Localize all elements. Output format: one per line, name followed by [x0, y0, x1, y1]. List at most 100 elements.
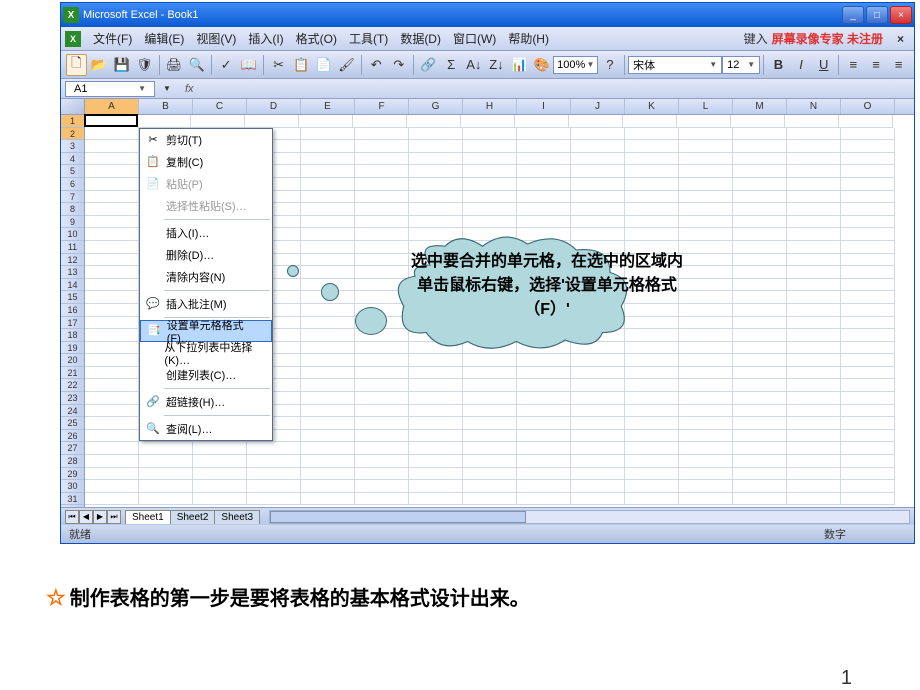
- cell[interactable]: [679, 493, 733, 506]
- cell[interactable]: [137, 115, 191, 128]
- cell[interactable]: [625, 455, 679, 468]
- cell[interactable]: [355, 216, 409, 229]
- cell[interactable]: [785, 115, 839, 128]
- row-header-5[interactable]: 5: [61, 165, 84, 178]
- print-icon[interactable]: 🖨: [164, 54, 185, 76]
- cell[interactable]: [517, 128, 571, 141]
- ctx-cut[interactable]: ✂剪切(T): [140, 129, 272, 151]
- cell[interactable]: [463, 430, 517, 443]
- cell[interactable]: [571, 392, 625, 405]
- cell[interactable]: [571, 442, 625, 455]
- doc-close-button[interactable]: ×: [891, 30, 910, 48]
- cell[interactable]: [85, 228, 139, 241]
- cell[interactable]: [193, 493, 247, 506]
- row-header-18[interactable]: 18: [61, 329, 84, 342]
- cell[interactable]: [85, 191, 139, 204]
- cell[interactable]: [571, 367, 625, 380]
- cell[interactable]: [787, 468, 841, 481]
- cell[interactable]: [301, 405, 355, 418]
- cell[interactable]: [139, 442, 193, 455]
- cell[interactable]: [85, 392, 139, 405]
- align-right-icon[interactable]: ≡: [888, 54, 909, 76]
- cell[interactable]: [571, 191, 625, 204]
- cell[interactable]: [355, 405, 409, 418]
- cell[interactable]: [355, 203, 409, 216]
- row-header-15[interactable]: 15: [61, 291, 84, 304]
- cell[interactable]: [787, 266, 841, 279]
- cell[interactable]: [679, 417, 733, 430]
- cell[interactable]: [247, 493, 301, 506]
- cell[interactable]: [463, 417, 517, 430]
- cell[interactable]: [733, 279, 787, 292]
- cell[interactable]: [841, 216, 895, 229]
- cell[interactable]: [353, 115, 407, 128]
- cell[interactable]: [301, 379, 355, 392]
- row-header-14[interactable]: 14: [61, 279, 84, 292]
- cell[interactable]: [517, 367, 571, 380]
- cell[interactable]: [355, 392, 409, 405]
- cell[interactable]: [245, 115, 299, 128]
- cell[interactable]: [841, 354, 895, 367]
- col-header-C[interactable]: C: [193, 99, 247, 114]
- cell[interactable]: [409, 153, 463, 166]
- cell[interactable]: [193, 480, 247, 493]
- cell[interactable]: [841, 291, 895, 304]
- cell[interactable]: [85, 216, 139, 229]
- menu-data[interactable]: 数据(D): [394, 27, 447, 50]
- italic-button[interactable]: I: [791, 54, 812, 76]
- cell[interactable]: [301, 392, 355, 405]
- cell[interactable]: [733, 480, 787, 493]
- cell[interactable]: [571, 216, 625, 229]
- cell[interactable]: [733, 304, 787, 317]
- sheet-tab-3[interactable]: Sheet3: [214, 510, 260, 524]
- row-header-24[interactable]: 24: [61, 405, 84, 418]
- cell[interactable]: [625, 153, 679, 166]
- permission-icon[interactable]: 🛡: [134, 54, 155, 76]
- col-header-O[interactable]: O: [841, 99, 895, 114]
- cell[interactable]: [85, 480, 139, 493]
- col-header-H[interactable]: H: [463, 99, 517, 114]
- cell[interactable]: [787, 493, 841, 506]
- cell[interactable]: [679, 241, 733, 254]
- cell[interactable]: [517, 178, 571, 191]
- cell[interactable]: [461, 115, 515, 128]
- copy-icon[interactable]: 📋: [291, 54, 312, 76]
- menu-edit[interactable]: 编辑(E): [138, 27, 190, 50]
- cell[interactable]: [355, 191, 409, 204]
- cell[interactable]: [85, 279, 139, 292]
- cell[interactable]: [463, 379, 517, 392]
- cell[interactable]: [733, 291, 787, 304]
- cell[interactable]: [733, 153, 787, 166]
- cell[interactable]: [85, 468, 139, 481]
- paste-icon[interactable]: 📄: [314, 54, 335, 76]
- cell[interactable]: [679, 254, 733, 267]
- menu-insert[interactable]: 插入(I): [242, 27, 289, 50]
- cell[interactable]: [679, 291, 733, 304]
- cell[interactable]: [733, 266, 787, 279]
- cell[interactable]: [463, 367, 517, 380]
- chart-icon[interactable]: 📊: [509, 54, 530, 76]
- row-header-30[interactable]: 30: [61, 480, 84, 493]
- cell[interactable]: [463, 442, 517, 455]
- cell[interactable]: [463, 480, 517, 493]
- tab-last-button[interactable]: ⏭: [107, 510, 121, 524]
- cell[interactable]: [787, 304, 841, 317]
- cell[interactable]: [571, 178, 625, 191]
- cell[interactable]: [787, 442, 841, 455]
- fx-label[interactable]: fx: [185, 83, 194, 95]
- spell-icon[interactable]: ✓: [216, 54, 237, 76]
- cell[interactable]: [517, 165, 571, 178]
- col-header-E[interactable]: E: [301, 99, 355, 114]
- cell[interactable]: [841, 241, 895, 254]
- cell[interactable]: [139, 493, 193, 506]
- cell[interactable]: [679, 392, 733, 405]
- align-center-icon[interactable]: ≡: [866, 54, 887, 76]
- cell[interactable]: [841, 254, 895, 267]
- cell[interactable]: [85, 417, 139, 430]
- open-icon[interactable]: 📂: [89, 54, 110, 76]
- maximize-button[interactable]: □: [866, 6, 888, 24]
- cell[interactable]: [679, 354, 733, 367]
- cell[interactable]: [787, 216, 841, 229]
- row-header-27[interactable]: 27: [61, 442, 84, 455]
- cell[interactable]: [517, 379, 571, 392]
